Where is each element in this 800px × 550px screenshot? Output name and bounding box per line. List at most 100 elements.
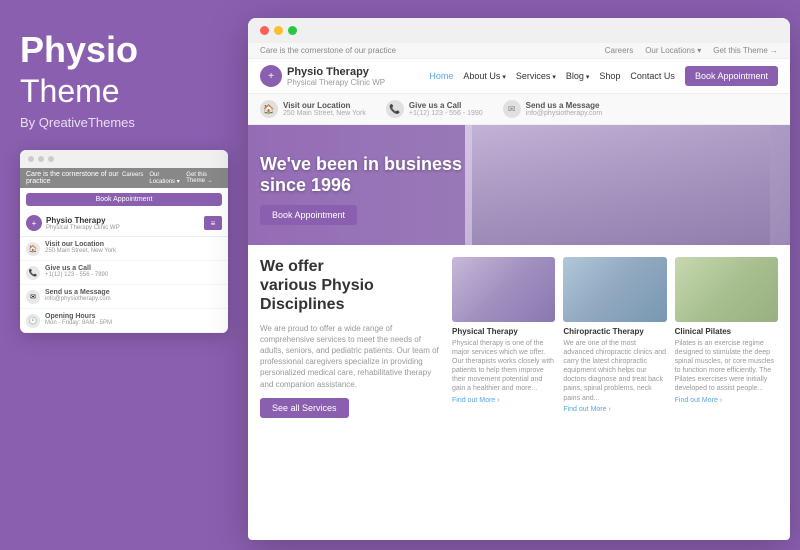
- services-section: We offer various Physio Disciplines We a…: [248, 245, 790, 430]
- mini-clock-icon: 🕐: [26, 314, 40, 328]
- hero-line1: We've been in business: [260, 154, 462, 174]
- mini-location-icon: 🏠: [26, 242, 40, 256]
- services-heading-l1: We offer: [260, 258, 324, 275]
- main-navbar: + Physio Therapy Physical Therapy Clinic…: [248, 59, 790, 94]
- info-phone-text: Give us a Call +1(12) 123 - 556 - 1990: [409, 101, 483, 117]
- navbar-brand-name: Physio Therapy: [287, 66, 385, 78]
- service-img-2: [563, 257, 666, 322]
- info-email-icon: ✉: [503, 100, 521, 118]
- nav-shop[interactable]: Shop: [599, 71, 620, 81]
- mini-phone-label: Give us a Call: [45, 265, 108, 272]
- mini-phone-val: +1(12) 123 - 556 - 7890: [45, 272, 108, 278]
- see-services-button[interactable]: See all Services: [260, 398, 349, 418]
- mini-email-text: Send us a Message info@physiotherapy.com: [45, 289, 111, 302]
- info-phone-label: Give us a Call: [409, 101, 483, 110]
- utility-careers[interactable]: Careers: [605, 46, 633, 55]
- mini-info-row-2: 📞 Give us a Call +1(12) 123 - 556 - 7890: [20, 261, 228, 285]
- services-description: We are proud to offer a wide range of co…: [260, 323, 440, 390]
- mini-nav-bar: Care is the cornerstone of our practice …: [20, 168, 228, 188]
- brand-by: By QreativeThemes: [20, 115, 228, 130]
- nav-book-button[interactable]: Book Appointment: [685, 66, 778, 86]
- mini-dot-3: [48, 156, 54, 162]
- mini-email-val: info@physiotherapy.com: [45, 296, 111, 302]
- navbar-logo-icon: +: [260, 65, 282, 87]
- mini-location-label: Visit our Location: [45, 241, 116, 248]
- service-img-1: [452, 257, 555, 322]
- mini-logo-text: Physio Therapy Physical Therapy Clinic W…: [46, 216, 120, 231]
- find-out-link-2[interactable]: Find out More: [563, 406, 666, 413]
- info-phone: 📞 Give us a Call +1(12) 123 - 556 - 1990: [386, 100, 483, 118]
- mini-phone-text: Give us a Call +1(12) 123 - 556 - 7890: [45, 265, 108, 278]
- mini-location-val: 250 Main Street, New York: [45, 248, 116, 254]
- info-location: 🏠 Visit our Location 250 Main Street, Ne…: [260, 100, 366, 118]
- info-bar: 🏠 Visit our Location 250 Main Street, Ne…: [248, 94, 790, 125]
- mini-logo-name: Physio Therapy: [46, 216, 120, 225]
- utility-locations[interactable]: Our Locations ▾: [645, 46, 701, 55]
- nav-contact[interactable]: Contact Us: [630, 71, 675, 81]
- mini-info-row-1: 🏠 Visit our Location 250 Main Street, Ne…: [20, 237, 228, 261]
- dot-red: [260, 26, 269, 35]
- mini-info-row-4: 🕐 Opening Hours Mon - Friday: 8AM - 5PM: [20, 309, 228, 333]
- mini-tagline: Care is the cornerstone of our practice: [26, 171, 122, 185]
- service-title-1: Physical Therapy: [452, 327, 555, 336]
- info-phone-val: +1(12) 123 - 556 - 1990: [409, 110, 483, 117]
- mini-book-button[interactable]: Book Appointment: [26, 193, 222, 206]
- service-title-3: Clinical Pilates: [675, 327, 778, 336]
- navbar-brand-sub: Physical Therapy Clinic WP: [287, 78, 385, 87]
- info-location-icon: 🏠: [260, 100, 278, 118]
- nav-blog[interactable]: Blog: [566, 71, 589, 81]
- services-cards: Physical Therapy Physical therapy is one…: [452, 257, 778, 418]
- mini-get-theme: Get this Theme →: [186, 172, 222, 185]
- dot-yellow: [274, 26, 283, 35]
- navbar-logo: + Physio Therapy Physical Therapy Clinic…: [260, 65, 385, 87]
- service-desc-3: Pilates is an exercise regime designed t…: [675, 339, 778, 394]
- mini-careers: Careers: [122, 172, 143, 185]
- hero-book-button[interactable]: Book Appointment: [260, 205, 357, 225]
- brand-title: Physio Theme: [20, 30, 228, 109]
- mini-logo-sub: Physical Therapy Clinic WP: [46, 225, 120, 231]
- browser-titlebar: [248, 18, 790, 43]
- info-location-label: Visit our Location: [283, 101, 366, 110]
- info-location-text: Visit our Location 250 Main Street, New …: [283, 101, 366, 117]
- info-phone-icon: 📞: [386, 100, 404, 118]
- navbar-links: Home About Us Services Blog Shop Contact…: [429, 66, 778, 86]
- mini-hours-text: Opening Hours Mon - Friday: 8AM - 5PM: [45, 313, 112, 326]
- utility-get-theme[interactable]: Get this Theme →: [713, 46, 778, 55]
- utility-tagline: Care is the cornerstone of our practice: [260, 46, 396, 55]
- hero-heading: We've been in business since 1996: [260, 154, 462, 197]
- nav-services[interactable]: Services: [516, 71, 556, 81]
- info-email-label: Send us a Message: [526, 101, 603, 110]
- mini-info-row-3: ✉ Send us a Message info@physiotherapy.c…: [20, 285, 228, 309]
- dot-green: [288, 26, 297, 35]
- mini-hours-label: Opening Hours: [45, 313, 112, 320]
- find-out-link-1[interactable]: Find out More: [452, 397, 555, 404]
- nav-home[interactable]: Home: [429, 71, 453, 81]
- find-out-link-3[interactable]: Find out More: [675, 397, 778, 404]
- hero-text: We've been in business since 1996 Book A…: [260, 154, 462, 225]
- info-email: ✉ Send us a Message info@physiotherapy.c…: [503, 100, 603, 118]
- service-card-3: Clinical Pilates Pilates is an exercise …: [675, 257, 778, 418]
- mini-location-text: Visit our Location 250 Main Street, New …: [45, 241, 116, 254]
- left-panel: Physio Theme By QreativeThemes Care is t…: [0, 0, 248, 550]
- mini-menu-icon[interactable]: ≡: [204, 216, 222, 230]
- mini-email-icon: ✉: [26, 290, 40, 304]
- mini-browser-bar: [20, 150, 228, 168]
- mini-hours-val: Mon - Friday: 8AM - 5PM: [45, 320, 112, 326]
- service-img-3: [675, 257, 778, 322]
- services-left: We offer various Physio Disciplines We a…: [260, 257, 440, 418]
- mini-phone-icon: 📞: [26, 266, 40, 280]
- brand-theme: Theme: [20, 73, 120, 109]
- navbar-brand-text: Physio Therapy Physical Therapy Clinic W…: [287, 66, 385, 87]
- nav-about[interactable]: About Us: [463, 71, 506, 81]
- mini-browser: Care is the cornerstone of our practice …: [20, 150, 228, 333]
- services-heading: We offer various Physio Disciplines: [260, 257, 440, 315]
- service-desc-2: We are one of the most advanced chiropra…: [563, 339, 666, 403]
- hero-line2: since 1996: [260, 175, 351, 195]
- service-desc-1: Physical therapy is one of the major ser…: [452, 339, 555, 394]
- mini-logo-icon: +: [26, 215, 42, 231]
- mini-dot-1: [28, 156, 34, 162]
- info-email-text: Send us a Message info@physiotherapy.com: [526, 101, 603, 117]
- info-location-val: 250 Main Street, New York: [283, 110, 366, 117]
- mini-nav-links: Careers Our Locations ▾ Get this Theme →: [122, 172, 222, 185]
- services-heading-l3: Disciplines: [260, 296, 344, 313]
